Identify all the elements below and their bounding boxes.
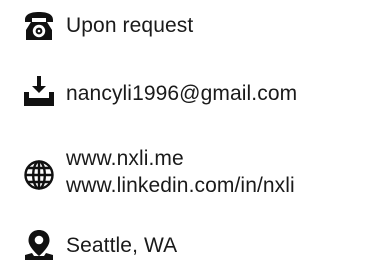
phone-text: Upon request bbox=[66, 14, 194, 37]
contact-location-row: Seattle, WA bbox=[22, 228, 177, 262]
location-text: Seattle, WA bbox=[66, 234, 178, 257]
globe-icon bbox=[22, 158, 56, 192]
linkedin-link[interactable]: www.linkedin.com/in/nxli bbox=[66, 172, 295, 199]
website-link[interactable]: www.nxli.me bbox=[66, 145, 295, 172]
email-link[interactable]: nancyli1996@gmail.com bbox=[66, 74, 297, 107]
inbox-download-icon bbox=[22, 74, 56, 108]
map-pin-icon bbox=[22, 228, 56, 262]
contact-phone-row: Upon request bbox=[22, 9, 193, 43]
contact-email-row: nancyli1996@gmail.com bbox=[22, 74, 297, 108]
telephone-icon bbox=[22, 9, 56, 43]
contact-web-row: www.nxli.me www.linkedin.com/in/nxli bbox=[22, 145, 295, 199]
web-links: www.nxli.me www.linkedin.com/in/nxli bbox=[66, 145, 295, 199]
